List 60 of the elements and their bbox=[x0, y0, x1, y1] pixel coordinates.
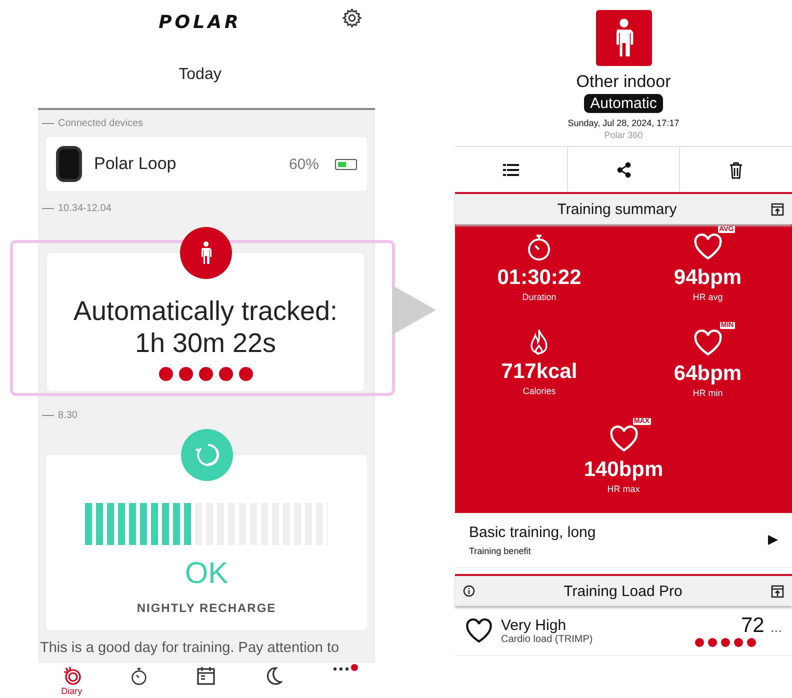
stat-label: HR min bbox=[692, 388, 723, 398]
time-label: 10.34-12.04 bbox=[42, 203, 375, 214]
trash-icon bbox=[729, 160, 744, 178]
time-label: 8.30 bbox=[42, 410, 375, 421]
stat-value: 94bpm bbox=[674, 266, 742, 290]
info-icon[interactable] bbox=[463, 585, 475, 597]
list-icon bbox=[502, 164, 519, 176]
heart-icon bbox=[692, 232, 723, 262]
recharge-card[interactable]: OK NIGHTLY RECHARGE bbox=[46, 455, 367, 630]
load-value: Very High bbox=[501, 616, 568, 634]
more-button[interactable]: ... bbox=[770, 619, 782, 635]
benefit-value: Basic training, long bbox=[469, 524, 597, 541]
tracked-duration: 1h 30m 22s bbox=[134, 327, 276, 359]
load-label: Cardio load (TRIMP) bbox=[501, 634, 594, 644]
nav-tab[interactable]: Diary bbox=[56, 666, 87, 696]
load-score: 72 bbox=[740, 614, 764, 638]
recharge-status: OK bbox=[184, 557, 228, 591]
sport-name: Other indoor bbox=[576, 72, 671, 92]
section-title: Training Load Pro bbox=[562, 582, 684, 600]
advice-text: This is a good day for training. Pay attention to bbox=[40, 640, 340, 656]
recharge-label: NIGHTLY RECHARGE bbox=[136, 601, 276, 615]
benefit-row[interactable]: Basic training, long Training benefit bbox=[455, 513, 792, 568]
tracked-title: Automatically tracked: bbox=[73, 295, 338, 327]
more-icon bbox=[332, 666, 350, 672]
stopwatch-icon bbox=[129, 666, 150, 686]
watch-band-icon bbox=[56, 146, 82, 182]
stat-label: HR max bbox=[607, 484, 640, 494]
stat-value: 717kcal bbox=[501, 360, 578, 384]
stat-value: 01:30:22 bbox=[497, 266, 582, 290]
battery-percent: 60% bbox=[288, 156, 319, 172]
device-card[interactable]: Polar Loop 60% bbox=[46, 137, 367, 191]
arrow-icon bbox=[392, 285, 436, 335]
polar-logo: POLAR bbox=[158, 12, 242, 33]
benefit-label: Training benefit bbox=[469, 546, 532, 556]
device-name: Polar Loop bbox=[94, 154, 178, 174]
calendar-icon bbox=[196, 666, 216, 686]
stat-label: Duration bbox=[522, 292, 556, 302]
page-title: Today bbox=[178, 65, 222, 85]
section-label: Connected devices bbox=[42, 118, 375, 129]
share-icon bbox=[616, 162, 630, 178]
collapse-icon[interactable] bbox=[771, 584, 784, 598]
section-title: Training summary bbox=[556, 200, 678, 218]
heart-icon bbox=[465, 616, 493, 644]
session-date: Sunday, Jul 28, 2024, 17:17 bbox=[568, 118, 680, 128]
heart-icon bbox=[692, 328, 723, 358]
heart-icon bbox=[608, 424, 638, 454]
stat-value: 140bpm bbox=[584, 458, 664, 482]
collapse-icon[interactable] bbox=[771, 202, 784, 216]
stat-label: HR avg bbox=[692, 292, 723, 302]
play-icon bbox=[768, 535, 778, 545]
activity-card[interactable]: Automatically tracked: 1h 30m 22s bbox=[47, 253, 364, 391]
settings-icon[interactable] bbox=[342, 8, 362, 28]
battery-icon bbox=[335, 158, 357, 170]
mode-tag: Automatic bbox=[584, 94, 663, 113]
device-name: Polar 360 bbox=[604, 130, 643, 140]
stat-label: Calories bbox=[522, 386, 556, 396]
person-icon bbox=[614, 18, 634, 58]
stat-value: 64bpm bbox=[674, 362, 742, 386]
person-icon bbox=[200, 241, 212, 265]
diary-icon bbox=[62, 666, 82, 686]
